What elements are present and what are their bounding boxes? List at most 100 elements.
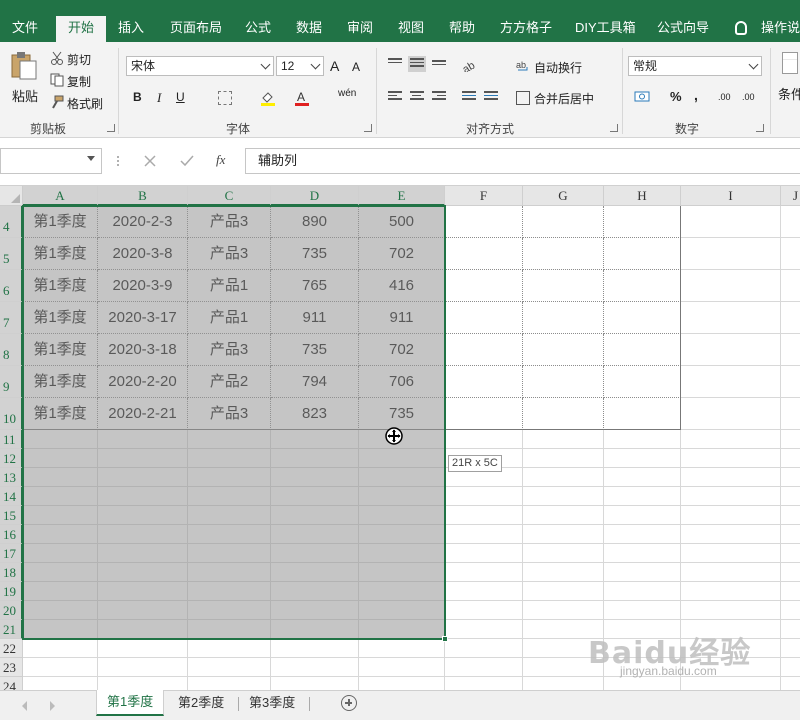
tab-fangfang[interactable]: 方方格子 <box>500 14 552 42</box>
cell-a21[interactable] <box>23 620 98 639</box>
enter-icon[interactable] <box>180 155 194 167</box>
cell-a22[interactable] <box>23 639 98 658</box>
cell-d5[interactable]: 735 <box>271 238 359 270</box>
cell-j5[interactable] <box>781 238 800 270</box>
cell-a8[interactable]: 第1季度 <box>23 334 98 366</box>
italic-button[interactable]: I <box>157 90 161 106</box>
cell-j14[interactable] <box>781 487 800 506</box>
cell-a9[interactable]: 第1季度 <box>23 366 98 398</box>
cell-h7[interactable] <box>604 302 681 334</box>
cell-i16[interactable] <box>681 525 781 544</box>
tab-insert[interactable]: 插入 <box>118 14 144 42</box>
cell-i6[interactable] <box>681 270 781 302</box>
tab-page-layout[interactable]: 页面布局 <box>170 14 222 42</box>
cell-d23[interactable] <box>271 658 359 677</box>
row-header[interactable]: 23 <box>0 658 23 677</box>
cell-b8[interactable]: 2020-3-18 <box>98 334 188 366</box>
cell-e23[interactable] <box>359 658 445 677</box>
number-format-select[interactable]: 常规 <box>628 56 762 76</box>
cell-i8[interactable] <box>681 334 781 366</box>
format-painter-button[interactable]: 格式刷 <box>67 95 103 112</box>
phonetic-button[interactable]: wén <box>338 88 356 99</box>
cell-g6[interactable] <box>523 270 604 302</box>
cell-e9[interactable]: 706 <box>359 366 445 398</box>
cell-b5[interactable]: 2020-3-8 <box>98 238 188 270</box>
cell-d12[interactable] <box>271 449 359 468</box>
cell-c19[interactable] <box>188 582 271 601</box>
cell-b12[interactable] <box>98 449 188 468</box>
cell-g17[interactable] <box>523 544 604 563</box>
cell-g9[interactable] <box>523 366 604 398</box>
cell-d13[interactable] <box>271 468 359 487</box>
cell-j24[interactable] <box>781 677 800 690</box>
align-top-icon[interactable] <box>388 58 402 70</box>
cell-c12[interactable] <box>188 449 271 468</box>
cell-e17[interactable] <box>359 544 445 563</box>
cell-j11[interactable] <box>781 430 800 449</box>
wrap-text-button[interactable]: 自动换行 <box>534 59 582 76</box>
cell-f16[interactable] <box>445 525 523 544</box>
cell-b10[interactable]: 2020-2-21 <box>98 398 188 430</box>
font-color-icon[interactable]: A <box>294 90 309 106</box>
cell-a18[interactable] <box>23 563 98 582</box>
cell-h23[interactable] <box>604 658 681 677</box>
cell-e24[interactable] <box>359 677 445 690</box>
cell-d15[interactable] <box>271 506 359 525</box>
cell-c17[interactable] <box>188 544 271 563</box>
column-header-i[interactable]: I <box>681 186 781 206</box>
cell-f8[interactable] <box>445 334 523 366</box>
alignment-launcher[interactable] <box>610 124 618 132</box>
tab-review[interactable]: 审阅 <box>347 14 373 42</box>
font-name-select[interactable]: 宋体 <box>126 56 274 76</box>
cell-c20[interactable] <box>188 601 271 620</box>
cell-h22[interactable] <box>604 639 681 658</box>
column-header-c[interactable]: C <box>188 186 271 206</box>
cell-h12[interactable] <box>604 449 681 468</box>
cell-j15[interactable] <box>781 506 800 525</box>
cell-d16[interactable] <box>271 525 359 544</box>
column-header-j[interactable]: J <box>781 186 800 206</box>
insert-function-button[interactable]: fx <box>216 152 225 168</box>
border-icon[interactable] <box>218 91 232 105</box>
cell-j19[interactable] <box>781 582 800 601</box>
cut-button[interactable]: 剪切 <box>67 51 91 68</box>
cell-f21[interactable] <box>445 620 523 639</box>
cell-d6[interactable]: 765 <box>271 270 359 302</box>
cell-j13[interactable] <box>781 468 800 487</box>
tab-formula-wizard[interactable]: 公式向导 <box>657 14 709 42</box>
cell-a12[interactable] <box>23 449 98 468</box>
cell-a20[interactable] <box>23 601 98 620</box>
cell-i20[interactable] <box>681 601 781 620</box>
cell-g20[interactable] <box>523 601 604 620</box>
cell-g24[interactable] <box>523 677 604 690</box>
cell-i15[interactable] <box>681 506 781 525</box>
cell-c21[interactable] <box>188 620 271 639</box>
cell-e19[interactable] <box>359 582 445 601</box>
cell-h19[interactable] <box>604 582 681 601</box>
cell-d24[interactable] <box>271 677 359 690</box>
cell-j17[interactable] <box>781 544 800 563</box>
row-header[interactable]: 10 <box>0 398 23 430</box>
increase-decimal-button[interactable]: .00 <box>718 92 731 102</box>
cell-a16[interactable] <box>23 525 98 544</box>
cell-g21[interactable] <box>523 620 604 639</box>
cell-g23[interactable] <box>523 658 604 677</box>
cell-i13[interactable] <box>681 468 781 487</box>
tab-formulas[interactable]: 公式 <box>245 14 271 42</box>
column-header-e[interactable]: E <box>359 186 445 206</box>
cell-c15[interactable] <box>188 506 271 525</box>
cell-g10[interactable] <box>523 398 604 430</box>
cancel-icon[interactable] <box>144 155 156 167</box>
cell-g16[interactable] <box>523 525 604 544</box>
cell-j6[interactable] <box>781 270 800 302</box>
grow-font-button[interactable]: A <box>330 58 339 74</box>
increase-indent-icon[interactable] <box>484 91 498 103</box>
row-header[interactable]: 17 <box>0 544 23 563</box>
cell-e20[interactable] <box>359 601 445 620</box>
cell-e18[interactable] <box>359 563 445 582</box>
row-header[interactable]: 7 <box>0 302 23 334</box>
cell-b11[interactable] <box>98 430 188 449</box>
row-header[interactable]: 14 <box>0 487 23 506</box>
clipboard-launcher[interactable] <box>107 124 115 132</box>
cell-h14[interactable] <box>604 487 681 506</box>
